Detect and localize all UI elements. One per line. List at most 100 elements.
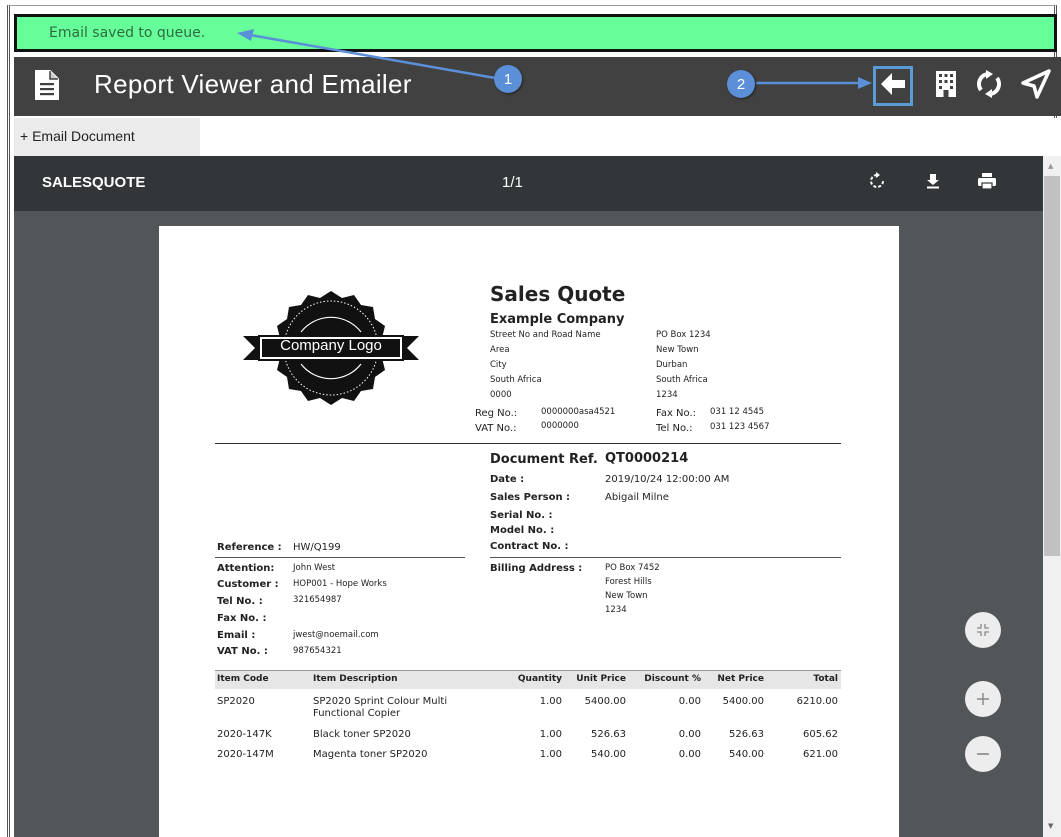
table-cell: 1.00 bbox=[539, 729, 562, 740]
address-line: Durban bbox=[656, 360, 688, 370]
customer-fax-label: Fax No. : bbox=[217, 613, 267, 624]
model-no-label: Model No. : bbox=[490, 525, 555, 536]
table-cell: 526.63 bbox=[591, 729, 626, 740]
document-name: SALESQUOTE bbox=[42, 174, 146, 191]
table-cell: 605.62 bbox=[803, 729, 838, 740]
viewer-toolbar: SALESQUOTE 1/1 bbox=[14, 156, 1043, 211]
customer-label: Customer : bbox=[217, 579, 279, 590]
refresh-icon bbox=[975, 70, 1003, 102]
date-value: 2019/10/24 12:00:00 AM bbox=[605, 474, 730, 485]
divider bbox=[215, 443, 841, 444]
reg-no-label: Reg No.: bbox=[475, 408, 518, 419]
callout-1: 1 bbox=[494, 65, 522, 93]
table-cell: 5400.00 bbox=[584, 696, 626, 707]
back-button[interactable] bbox=[873, 66, 913, 106]
address-line: New Town bbox=[605, 591, 648, 601]
minus-icon bbox=[976, 742, 990, 767]
zoom-out-button[interactable] bbox=[965, 736, 1001, 772]
customer-value: HOP001 - Hope Works bbox=[293, 579, 387, 589]
fax-no-value: 031 12 4545 bbox=[710, 407, 765, 417]
address-line: 1234 bbox=[656, 390, 678, 400]
collapse-icon bbox=[976, 618, 990, 643]
table-cell: 621.00 bbox=[803, 749, 838, 760]
customer-tel-label: Tel No. : bbox=[217, 596, 263, 607]
document-title: Sales Quote bbox=[490, 282, 626, 306]
company-name: Example Company bbox=[490, 312, 625, 327]
rotate-icon bbox=[868, 172, 886, 194]
company-button[interactable] bbox=[926, 66, 966, 106]
back-arrow-icon bbox=[880, 72, 906, 100]
sales-person-label: Sales Person : bbox=[490, 492, 571, 503]
contract-no-label: Contract No. : bbox=[490, 541, 569, 552]
address-line: Area bbox=[490, 345, 510, 355]
table-cell: 540.00 bbox=[729, 749, 764, 760]
table-cell: 526.63 bbox=[729, 729, 764, 740]
reg-no-value: 0000000asa4521 bbox=[541, 407, 616, 417]
table-cell: 1.00 bbox=[539, 696, 562, 707]
address-line: Forest Hills bbox=[605, 577, 652, 587]
tab-strip: + Email Document bbox=[14, 118, 1061, 156]
divider bbox=[490, 557, 841, 558]
attention-value: John West bbox=[293, 563, 336, 573]
rotate-button[interactable] bbox=[864, 170, 890, 196]
reference-value: HW/Q199 bbox=[293, 542, 341, 553]
address-line: Street No and Road Name bbox=[490, 330, 601, 340]
reference-label: Reference : bbox=[217, 542, 282, 553]
scroll-up-icon[interactable]: ▲ bbox=[1048, 162, 1053, 170]
tel-no-label: Tel No.: bbox=[656, 423, 693, 434]
address-line: PO Box 1234 bbox=[656, 330, 711, 340]
notification-banner: Email saved to queue. bbox=[14, 14, 1057, 52]
refresh-button[interactable] bbox=[969, 66, 1009, 106]
scrollbar-thumb[interactable] bbox=[1044, 176, 1060, 556]
table-cell: Functional Copier bbox=[313, 708, 401, 719]
tel-no-value: 031 123 4567 bbox=[710, 422, 770, 432]
table-cell: 2020-147K bbox=[217, 729, 272, 740]
table-cell: 5400.00 bbox=[722, 696, 764, 707]
tab-email-document[interactable]: + Email Document bbox=[14, 118, 200, 156]
table-cell: 0.00 bbox=[678, 729, 701, 740]
customer-vat-value: 987654321 bbox=[293, 646, 342, 656]
table-cell: 6210.00 bbox=[796, 696, 838, 707]
customer-tel-value: 321654987 bbox=[293, 595, 342, 605]
serial-no-label: Serial No. : bbox=[490, 510, 553, 521]
address-line: City bbox=[490, 360, 507, 370]
divider bbox=[215, 557, 465, 558]
doc-ref-value: QT0000214 bbox=[605, 451, 689, 466]
plus-icon bbox=[976, 687, 990, 712]
table-cell: 2020-147M bbox=[217, 749, 274, 760]
download-icon bbox=[925, 173, 941, 193]
column-header: Net Price bbox=[717, 674, 764, 684]
column-header: Total bbox=[813, 674, 838, 684]
pdf-viewer[interactable]: SALESQUOTE 1/1 Company Logo Sales Quote … bbox=[14, 156, 1043, 837]
app-header: Report Viewer and Emailer bbox=[14, 57, 1061, 116]
callout-2: 2 bbox=[727, 70, 755, 98]
table-cell: 0.00 bbox=[678, 696, 701, 707]
document-page: Company Logo Sales Quote Example Company… bbox=[159, 226, 899, 837]
company-logo: Company Logo bbox=[243, 288, 419, 412]
attention-label: Attention: bbox=[217, 563, 275, 574]
document-icon bbox=[34, 69, 60, 105]
zoom-in-button[interactable] bbox=[965, 681, 1001, 717]
table-cell: 540.00 bbox=[591, 749, 626, 760]
sales-person-value: Abigail Milne bbox=[605, 492, 669, 503]
building-icon bbox=[935, 70, 957, 102]
address-line: South Africa bbox=[656, 375, 708, 385]
column-header: Discount % bbox=[644, 674, 701, 684]
print-button[interactable] bbox=[974, 170, 1000, 196]
table-cell: Magenta toner SP2020 bbox=[313, 749, 428, 760]
table-cell: 1.00 bbox=[539, 749, 562, 760]
table-cell: SP2020 bbox=[217, 696, 255, 707]
email-value: jwest@noemail.com bbox=[293, 630, 379, 640]
download-button[interactable] bbox=[920, 170, 946, 196]
scroll-down-icon[interactable]: ▼ bbox=[1048, 822, 1053, 830]
fit-page-button[interactable] bbox=[965, 612, 1001, 648]
send-button[interactable] bbox=[1016, 66, 1056, 106]
customer-vat-label: VAT No. : bbox=[217, 646, 268, 657]
address-line: 0000 bbox=[490, 390, 512, 400]
email-label: Email : bbox=[217, 630, 256, 641]
address-line: PO Box 7452 bbox=[605, 563, 660, 573]
table-cell: SP2020 Sprint Colour Multi bbox=[313, 696, 448, 707]
send-icon bbox=[1021, 69, 1051, 103]
page-indicator: 1/1 bbox=[502, 174, 523, 191]
column-header: Quantity bbox=[517, 674, 562, 684]
